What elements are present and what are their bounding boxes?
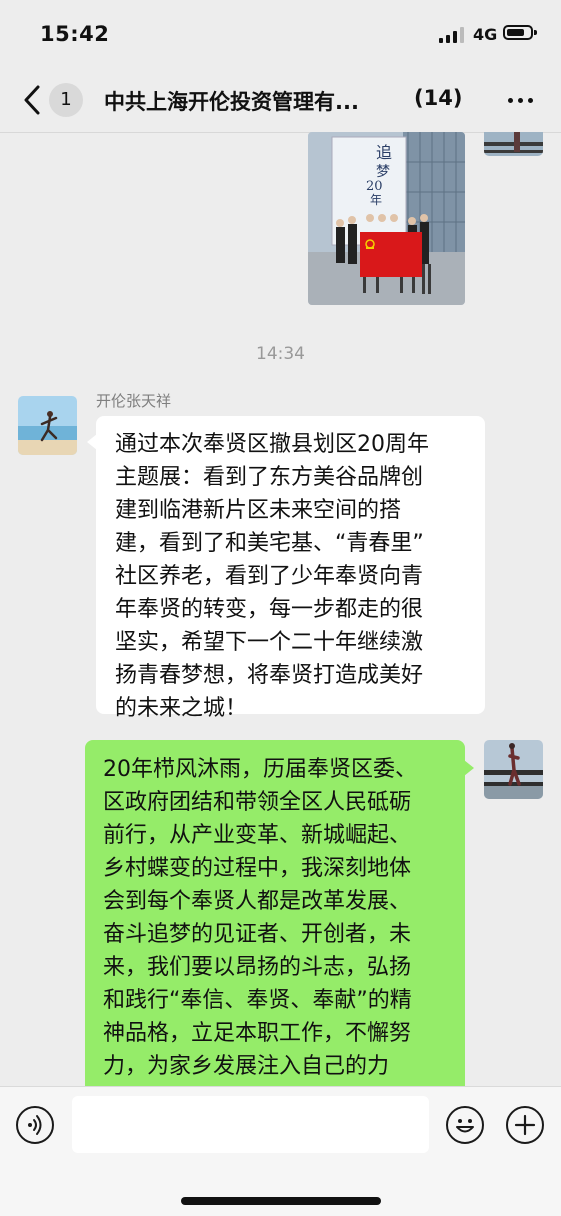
poster-text: 年: [370, 193, 382, 207]
emoji-icon: [456, 1119, 474, 1133]
message-input[interactable]: [72, 1096, 429, 1153]
plus-button[interactable]: [506, 1106, 544, 1144]
emoji-button[interactable]: [446, 1106, 484, 1144]
battery-icon: [503, 25, 537, 40]
sender-name: 开伦张天祥: [96, 392, 172, 410]
voice-icon: [28, 1115, 42, 1135]
photo-message[interactable]: 追 梦 20 年: [308, 132, 465, 305]
incoming-message-bubble[interactable]: 通过本次奉贤区撤县划区20周年 主题展：看到了东方美谷品牌创 建到临港新片区未来…: [87, 416, 485, 721]
chevron-left-icon: [24, 85, 40, 115]
sender-avatar[interactable]: [18, 396, 77, 455]
home-indicator[interactable]: [181, 1197, 381, 1205]
group-photo-image: 追 梦 20 年: [308, 132, 465, 305]
poster-text: 追: [376, 143, 392, 162]
back-button[interactable]: [18, 82, 48, 118]
member-count[interactable]: (14): [414, 86, 462, 110]
self-avatar[interactable]: [484, 132, 543, 156]
chat-input-bar: [0, 1086, 561, 1216]
status-bar: 15:42 4G: [0, 0, 561, 68]
voice-button[interactable]: [16, 1106, 54, 1144]
message-timestamp: 14:34: [256, 344, 305, 364]
poster-text: 20: [366, 179, 383, 194]
self-avatar[interactable]: [484, 740, 543, 799]
chat-title[interactable]: 中共上海开伦投资管理有...: [104, 86, 404, 116]
status-time: 15:42: [40, 22, 110, 46]
chat-header: 1 中共上海开伦投资管理有... (14): [0, 68, 561, 133]
signal-icon: [439, 27, 465, 43]
outgoing-message-bubble[interactable]: 20年栉风沐雨，历届奉贤区委、 区政府团结和带领全区人民砥砺 前行，从产业变革、…: [85, 740, 474, 1112]
plus-icon: [514, 1114, 536, 1136]
poster-text: 梦: [376, 164, 390, 180]
unread-count-badge[interactable]: 1: [49, 83, 83, 117]
network-type: 4G: [473, 25, 498, 44]
more-button[interactable]: [506, 88, 536, 112]
